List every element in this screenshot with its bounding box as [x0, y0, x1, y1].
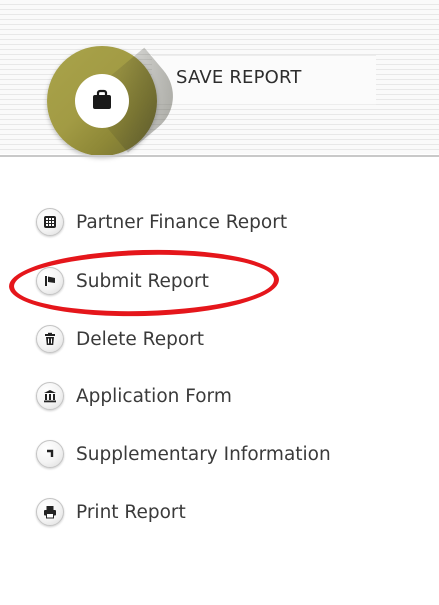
menu-item-label: Application Form: [76, 385, 232, 407]
menu-item-partner-finance-report[interactable]: Partner Finance Report: [36, 207, 287, 237]
menu-item-delete-report[interactable]: Delete Report: [36, 324, 204, 354]
menu-item-label: Submit Report: [76, 270, 209, 292]
menu-item-submit-report[interactable]: Submit Report: [36, 266, 209, 296]
corner-arrow-icon: [36, 440, 64, 468]
calculator-icon: [36, 208, 64, 236]
menu-item-label: Print Report: [76, 501, 186, 523]
header-divider: [0, 155, 439, 157]
trash-icon: [36, 325, 64, 353]
print-icon: [36, 498, 64, 526]
menu-item-label: Supplementary Information: [76, 443, 331, 465]
building-icon: [36, 382, 64, 410]
save-report-button[interactable]: [47, 46, 157, 156]
briefcase-icon: [93, 89, 111, 109]
menu-item-print-report[interactable]: Print Report: [36, 497, 186, 527]
save-icon-badge: [75, 74, 129, 128]
save-report-label[interactable]: SAVE REPORT: [176, 67, 302, 88]
menu-item-label: Delete Report: [76, 328, 204, 350]
menu-item-application-form[interactable]: Application Form: [36, 381, 232, 411]
flag-icon: [36, 267, 64, 295]
menu-item-supplementary-information[interactable]: Supplementary Information: [36, 439, 331, 469]
menu-item-label: Partner Finance Report: [76, 211, 288, 233]
